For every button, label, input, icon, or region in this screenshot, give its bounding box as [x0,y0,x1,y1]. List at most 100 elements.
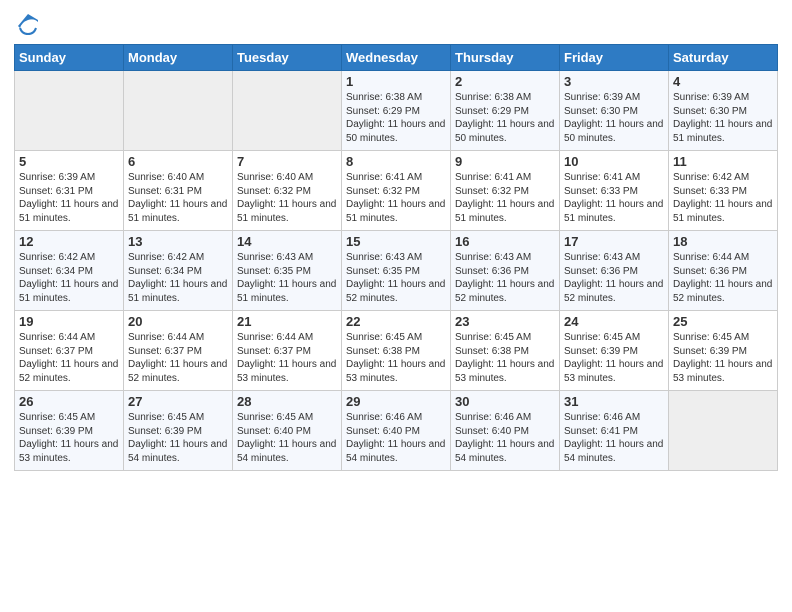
calendar-cell: 4 Sunrise: 6:39 AM Sunset: 6:30 PM Daylig… [669,71,778,151]
calendar-cell: 13 Sunrise: 6:42 AM Sunset: 6:34 PM Dayli… [124,231,233,311]
calendar-table: SundayMondayTuesdayWednesdayThursdayFrid… [14,44,778,471]
day-info: Sunrise: 6:46 AM Sunset: 6:41 PM Dayligh… [564,411,664,465]
weekday-header-monday: Monday [124,45,233,71]
day-info: Sunrise: 6:42 AM Sunset: 6:34 PM Dayligh… [19,251,119,305]
calendar-cell [669,391,778,471]
day-number: 13 [128,234,228,249]
day-number: 25 [673,314,773,329]
day-number: 11 [673,154,773,169]
day-info: Sunrise: 6:45 AM Sunset: 6:39 PM Dayligh… [673,331,773,385]
day-number: 20 [128,314,228,329]
calendar-cell [15,71,124,151]
calendar-cell: 3 Sunrise: 6:39 AM Sunset: 6:30 PM Daylig… [560,71,669,151]
day-number: 1 [346,74,446,89]
calendar-cell: 21 Sunrise: 6:44 AM Sunset: 6:37 PM Dayli… [233,311,342,391]
day-number: 12 [19,234,119,249]
day-number: 3 [564,74,664,89]
day-info: Sunrise: 6:43 AM Sunset: 6:35 PM Dayligh… [237,251,337,305]
day-info: Sunrise: 6:44 AM Sunset: 6:36 PM Dayligh… [673,251,773,305]
day-info: Sunrise: 6:39 AM Sunset: 6:31 PM Dayligh… [19,171,119,225]
day-info: Sunrise: 6:40 AM Sunset: 6:31 PM Dayligh… [128,171,228,225]
day-info: Sunrise: 6:44 AM Sunset: 6:37 PM Dayligh… [19,331,119,385]
weekday-header-saturday: Saturday [669,45,778,71]
day-number: 22 [346,314,446,329]
day-number: 8 [346,154,446,169]
calendar-cell: 10 Sunrise: 6:41 AM Sunset: 6:33 PM Dayli… [560,151,669,231]
day-info: Sunrise: 6:44 AM Sunset: 6:37 PM Dayligh… [128,331,228,385]
day-info: Sunrise: 6:41 AM Sunset: 6:32 PM Dayligh… [346,171,446,225]
calendar-cell: 24 Sunrise: 6:45 AM Sunset: 6:39 PM Dayli… [560,311,669,391]
day-number: 30 [455,394,555,409]
calendar-cell: 31 Sunrise: 6:46 AM Sunset: 6:41 PM Dayli… [560,391,669,471]
day-info: Sunrise: 6:45 AM Sunset: 6:39 PM Dayligh… [19,411,119,465]
weekday-header-sunday: Sunday [15,45,124,71]
day-number: 4 [673,74,773,89]
calendar-cell: 25 Sunrise: 6:45 AM Sunset: 6:39 PM Dayli… [669,311,778,391]
day-number: 31 [564,394,664,409]
calendar-cell: 27 Sunrise: 6:45 AM Sunset: 6:39 PM Dayli… [124,391,233,471]
calendar-cell: 14 Sunrise: 6:43 AM Sunset: 6:35 PM Dayli… [233,231,342,311]
calendar-cell [233,71,342,151]
calendar-cell: 5 Sunrise: 6:39 AM Sunset: 6:31 PM Daylig… [15,151,124,231]
weekday-header-friday: Friday [560,45,669,71]
day-number: 16 [455,234,555,249]
calendar-cell: 18Sunrise: 6:44 AM Sunset: 6:36 PM Dayli… [669,231,778,311]
day-number: 28 [237,394,337,409]
day-info: Sunrise: 6:45 AM Sunset: 6:38 PM Dayligh… [346,331,446,385]
day-number: 29 [346,394,446,409]
day-info: Sunrise: 6:41 AM Sunset: 6:33 PM Dayligh… [564,171,664,225]
calendar-cell: 29 Sunrise: 6:46 AM Sunset: 6:40 PM Dayli… [342,391,451,471]
day-number: 10 [564,154,664,169]
day-number: 24 [564,314,664,329]
calendar-week-row: 12 Sunrise: 6:42 AM Sunset: 6:34 PM Dayli… [15,231,778,311]
day-number: 21 [237,314,337,329]
calendar-cell: 1 Sunrise: 6:38 AM Sunset: 6:29 PM Daylig… [342,71,451,151]
day-info: Sunrise: 6:45 AM Sunset: 6:39 PM Dayligh… [128,411,228,465]
day-info: Sunrise: 6:40 AM Sunset: 6:32 PM Dayligh… [237,171,337,225]
day-info: Sunrise: 6:46 AM Sunset: 6:40 PM Dayligh… [455,411,555,465]
day-info: Sunrise: 6:42 AM Sunset: 6:34 PM Dayligh… [128,251,228,305]
day-number: 2 [455,74,555,89]
day-info: Sunrise: 6:39 AM Sunset: 6:30 PM Dayligh… [564,91,664,145]
calendar-cell: 26 Sunrise: 6:45 AM Sunset: 6:39 PM Dayli… [15,391,124,471]
header [14,10,778,36]
day-info: Sunrise: 6:44 AM Sunset: 6:37 PM Dayligh… [237,331,337,385]
calendar-cell: 7Sunrise: 6:40 AM Sunset: 6:32 PM Daylig… [233,151,342,231]
calendar-cell: 11 Sunrise: 6:42 AM Sunset: 6:33 PM Dayli… [669,151,778,231]
weekday-header-row: SundayMondayTuesdayWednesdayThursdayFrid… [15,45,778,71]
day-number: 26 [19,394,119,409]
calendar-cell [124,71,233,151]
calendar-week-row: 1 Sunrise: 6:38 AM Sunset: 6:29 PM Daylig… [15,71,778,151]
calendar-cell: 6 Sunrise: 6:40 AM Sunset: 6:31 PM Daylig… [124,151,233,231]
day-info: Sunrise: 6:46 AM Sunset: 6:40 PM Dayligh… [346,411,446,465]
calendar-cell: 20 Sunrise: 6:44 AM Sunset: 6:37 PM Dayli… [124,311,233,391]
day-number: 5 [19,154,119,169]
weekday-header-tuesday: Tuesday [233,45,342,71]
day-info: Sunrise: 6:43 AM Sunset: 6:36 PM Dayligh… [564,251,664,305]
day-number: 6 [128,154,228,169]
calendar-cell: 28Sunrise: 6:45 AM Sunset: 6:40 PM Dayli… [233,391,342,471]
calendar-cell: 22 Sunrise: 6:45 AM Sunset: 6:38 PM Dayli… [342,311,451,391]
calendar-cell: 9Sunrise: 6:41 AM Sunset: 6:32 PM Daylig… [451,151,560,231]
day-info: Sunrise: 6:45 AM Sunset: 6:38 PM Dayligh… [455,331,555,385]
logo-icon [16,12,40,36]
day-number: 15 [346,234,446,249]
calendar-cell: 8 Sunrise: 6:41 AM Sunset: 6:32 PM Daylig… [342,151,451,231]
calendar-cell: 19Sunrise: 6:44 AM Sunset: 6:37 PM Dayli… [15,311,124,391]
day-info: Sunrise: 6:42 AM Sunset: 6:33 PM Dayligh… [673,171,773,225]
day-info: Sunrise: 6:39 AM Sunset: 6:30 PM Dayligh… [673,91,773,145]
day-number: 27 [128,394,228,409]
day-info: Sunrise: 6:45 AM Sunset: 6:39 PM Dayligh… [564,331,664,385]
calendar-cell: 23Sunrise: 6:45 AM Sunset: 6:38 PM Dayli… [451,311,560,391]
calendar-cell: 16 Sunrise: 6:43 AM Sunset: 6:36 PM Dayli… [451,231,560,311]
logo-text [14,14,40,36]
day-info: Sunrise: 6:38 AM Sunset: 6:29 PM Dayligh… [346,91,446,145]
day-number: 14 [237,234,337,249]
logo [14,14,40,36]
day-info: Sunrise: 6:43 AM Sunset: 6:35 PM Dayligh… [346,251,446,305]
day-info: Sunrise: 6:41 AM Sunset: 6:32 PM Dayligh… [455,171,555,225]
day-number: 17 [564,234,664,249]
weekday-header-thursday: Thursday [451,45,560,71]
calendar-week-row: 26 Sunrise: 6:45 AM Sunset: 6:39 PM Dayli… [15,391,778,471]
day-info: Sunrise: 6:43 AM Sunset: 6:36 PM Dayligh… [455,251,555,305]
